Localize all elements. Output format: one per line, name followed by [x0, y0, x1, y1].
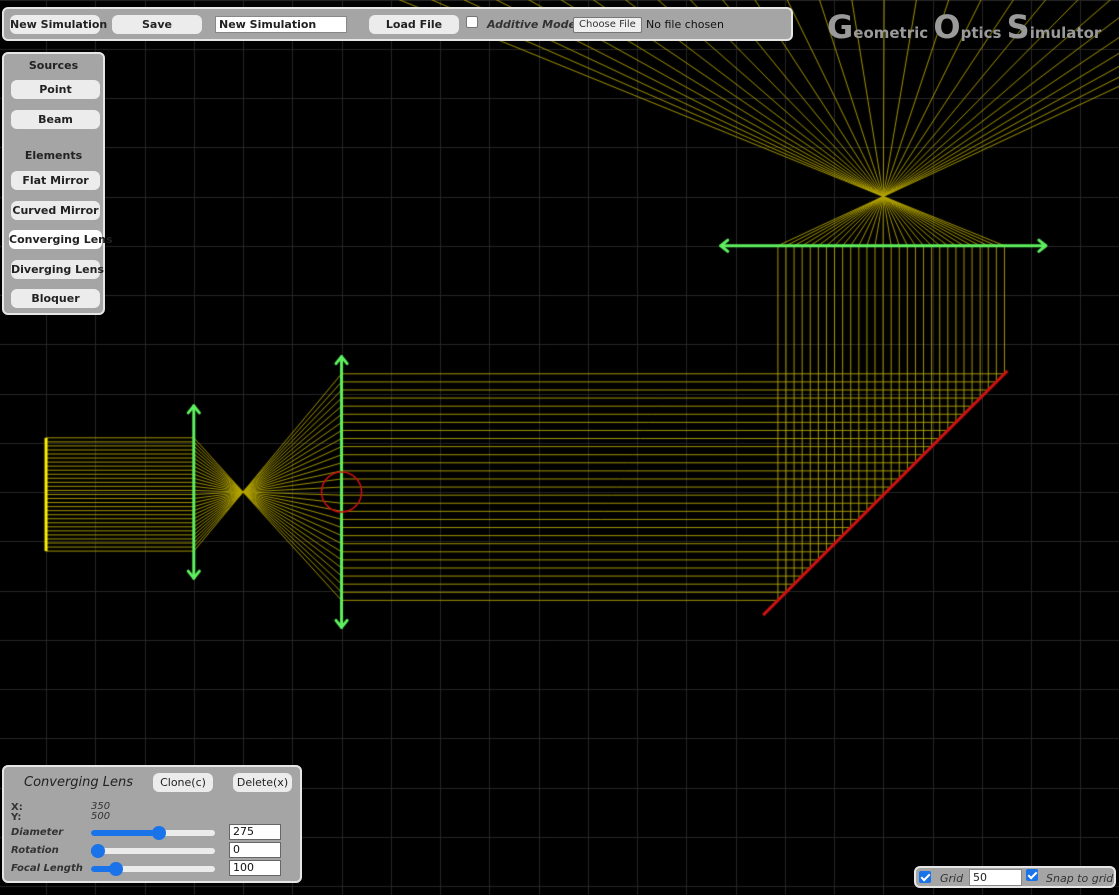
- focal-length-input[interactable]: 100: [229, 860, 281, 876]
- point-source-button[interactable]: Point: [11, 80, 100, 99]
- focal-length-slider-handle[interactable]: [108, 862, 123, 876]
- converging-lens-button[interactable]: Converging Lens: [9, 230, 113, 249]
- rotation-input[interactable]: 0: [229, 842, 281, 858]
- sources-heading: Sources: [28, 59, 79, 72]
- clone-button[interactable]: Clone(c): [153, 773, 213, 792]
- rotation-slider-handle[interactable]: [91, 844, 105, 858]
- rotation-label: Rotation: [11, 845, 59, 856]
- delete-button[interactable]: Delete(x): [233, 773, 292, 792]
- focal-length-slider[interactable]: [91, 862, 215, 876]
- rotation-slider[interactable]: [91, 844, 215, 858]
- curved-mirror-button[interactable]: Curved Mirror: [11, 201, 100, 220]
- grid-settings-bar: Grid 50 Snap to grid: [914, 866, 1116, 888]
- load-file-button[interactable]: Load File: [369, 15, 459, 34]
- top-toolbar: New Simulation Save New Simulation Load …: [2, 7, 793, 41]
- diameter-input[interactable]: 275: [229, 824, 281, 840]
- app-title: Geometric Optics Simulator: [827, 8, 1102, 46]
- additive-mode-checkbox[interactable]: [466, 16, 478, 28]
- toolbox-panel: Sources Point Beam Elements Flat Mirror …: [2, 52, 113, 315]
- flat-mirror-button[interactable]: Flat Mirror: [11, 171, 100, 190]
- additive-mode-label: Additive Mode: [487, 18, 577, 31]
- y-label: Y:: [11, 812, 22, 823]
- diameter-label: Diameter: [11, 827, 64, 838]
- blocker-button[interactable]: Bloquer: [11, 289, 100, 308]
- choose-file-button[interactable]: Choose File: [573, 17, 642, 33]
- focal-length-label: Focal Length: [11, 863, 83, 874]
- file-status: No file chosen: [646, 18, 724, 31]
- save-button[interactable]: Save: [112, 15, 202, 34]
- snap-to-grid-label: Snap to grid: [1046, 872, 1114, 885]
- simulation-name-input[interactable]: New Simulation: [215, 16, 347, 33]
- beam-source-button[interactable]: Beam: [11, 110, 100, 129]
- diverging-lens-button[interactable]: Diverging Lens: [11, 260, 104, 279]
- new-simulation-button[interactable]: New Simulation: [10, 15, 107, 34]
- grid-size-input[interactable]: 50: [969, 869, 1022, 886]
- properties-title: Converging Lens: [24, 775, 134, 790]
- grid-label: Grid: [940, 872, 964, 885]
- simulation-canvas[interactable]: [0, 0, 1119, 895]
- diameter-slider[interactable]: [91, 826, 215, 840]
- y-value: 500: [91, 811, 111, 822]
- diameter-slider-handle[interactable]: [152, 826, 167, 840]
- snap-to-grid-checkbox[interactable]: [1026, 869, 1038, 881]
- properties-panel: Converging Lens Clone(c) Delete(x) X: 35…: [2, 765, 302, 883]
- elements-heading: Elements: [24, 149, 83, 162]
- grid-checkbox[interactable]: [919, 871, 931, 883]
